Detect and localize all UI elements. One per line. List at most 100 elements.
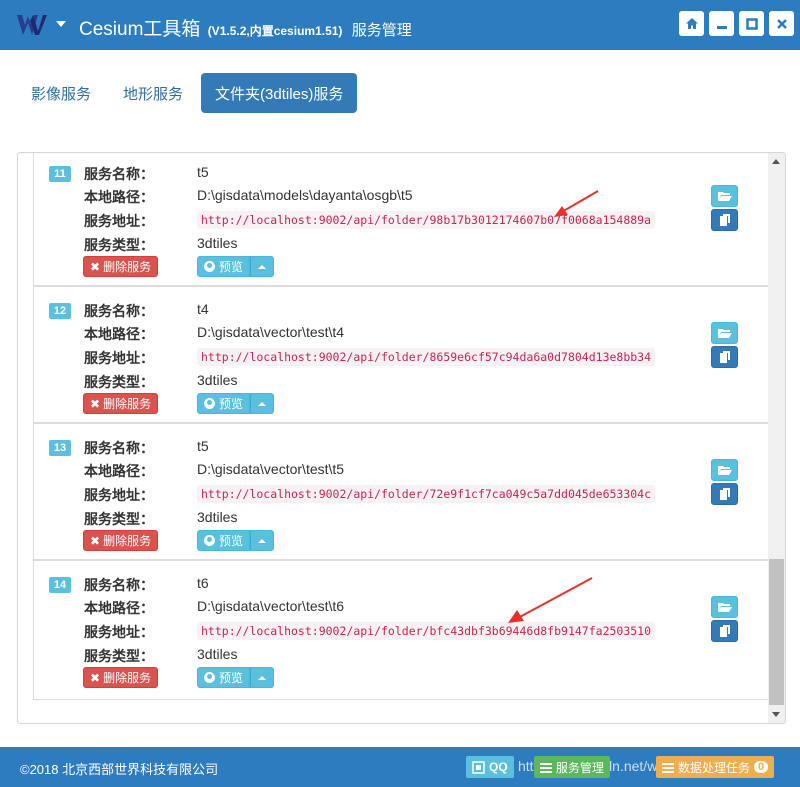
service-type-label: 服务类型： xyxy=(84,511,154,527)
folder-open-icon xyxy=(717,466,732,475)
folder-open-icon xyxy=(717,329,732,338)
open-folder-button[interactable] xyxy=(711,322,738,344)
delete-service-button[interactable]: ✖ 删除服务 xyxy=(83,256,159,277)
service-name-value: t6 xyxy=(197,575,209,591)
qq-button[interactable]: QQ xyxy=(466,756,514,778)
service-url-value[interactable]: http://localhost:9002/api/folder/98b17b3… xyxy=(197,211,656,229)
service-item: 12 服务名称： t4 本地路径： D:\gisdata\vector\test… xyxy=(33,286,769,423)
caret-up-icon xyxy=(258,401,267,406)
window-controls xyxy=(679,11,794,36)
preview-label: 预览 xyxy=(219,397,244,411)
service-url-value[interactable]: http://localhost:9002/api/folder/72e9f1c… xyxy=(197,485,656,503)
globe-icon xyxy=(204,261,215,272)
delete-service-button[interactable]: ✖ 删除服务 xyxy=(83,393,159,414)
copy-url-button[interactable] xyxy=(711,209,738,231)
app-name: Cesium工具箱 xyxy=(79,19,201,40)
scrollbar-thumb[interactable] xyxy=(769,559,784,705)
preview-label: 预览 xyxy=(219,534,244,548)
delete-service-button[interactable]: ✖ 删除服务 xyxy=(83,667,159,688)
service-name-value: t5 xyxy=(197,438,209,454)
delete-service-button[interactable]: ✖ 删除服务 xyxy=(83,530,159,551)
menu-caret-icon[interactable] xyxy=(56,21,66,27)
service-type-value: 3dtiles xyxy=(197,235,238,251)
task-count-badge: 0 xyxy=(754,761,769,773)
copy-icon xyxy=(719,488,730,500)
service-url-value[interactable]: http://localhost:9002/api/folder/8659e6c… xyxy=(197,348,656,366)
app-logo-icon[interactable] xyxy=(16,13,48,37)
service-name-label: 服务名称： xyxy=(84,440,154,456)
title-bar: Cesium工具箱 (V1.5.2,内置cesium1.51) 服务管理 xyxy=(0,0,800,50)
home-button[interactable] xyxy=(679,11,704,36)
delete-icon: ✖ xyxy=(90,259,101,274)
service-index-badge: 13 xyxy=(49,440,71,456)
service-list-panel: 11 服务名称： t5 本地路径： D:\gisdata\models\daya… xyxy=(17,152,786,724)
service-index-badge: 12 xyxy=(49,303,71,319)
preview-button-group: 预览 xyxy=(197,256,275,277)
folder-open-icon xyxy=(717,192,732,201)
service-item: 13 服务名称： t5 本地路径： D:\gisdata\vector\test… xyxy=(33,423,769,560)
service-type-label: 服务类型： xyxy=(84,648,154,664)
service-list: 11 服务名称： t5 本地路径： D:\gisdata\models\daya… xyxy=(33,153,769,701)
maximize-icon xyxy=(745,17,758,30)
home-icon xyxy=(685,18,698,29)
service-name-label: 服务名称： xyxy=(84,303,154,319)
local-path-value: D:\gisdata\vector\test\t4 xyxy=(197,324,345,340)
preview-dropdown-toggle[interactable] xyxy=(250,393,275,414)
globe-icon xyxy=(204,672,215,683)
service-index-badge: 11 xyxy=(49,166,71,182)
copy-icon xyxy=(719,214,730,226)
caret-up-icon xyxy=(258,538,267,543)
service-type-value: 3dtiles xyxy=(197,646,238,662)
copy-url-button[interactable] xyxy=(711,620,738,642)
scroll-down-icon[interactable] xyxy=(772,712,780,717)
service-tabs: 影像服务 地形服务 文件夹(3dtiles)服务 xyxy=(17,73,358,113)
service-manage-button[interactable]: 服务管理 xyxy=(534,756,611,778)
service-url-value[interactable]: http://localhost:9002/api/folder/bfc43db… xyxy=(197,622,656,640)
copy-url-button[interactable] xyxy=(711,483,738,505)
service-name-label: 服务名称： xyxy=(84,577,154,593)
maximize-button[interactable] xyxy=(739,11,764,36)
scroll-up-icon[interactable] xyxy=(772,159,780,164)
vertical-scrollbar[interactable] xyxy=(768,153,785,723)
local-path-value: D:\gisdata\vector\test\t6 xyxy=(197,598,345,614)
open-folder-button[interactable] xyxy=(711,185,738,207)
delete-label: 删除服务 xyxy=(103,397,152,411)
delete-label: 删除服务 xyxy=(103,260,152,274)
preview-button[interactable]: 预览 xyxy=(197,530,251,551)
copy-icon xyxy=(719,625,730,637)
tab-imagery[interactable]: 影像服务 xyxy=(17,73,105,113)
service-url-label: 服务地址： xyxy=(84,213,154,229)
status-footer: ©2018 北京西部世界科技有限公司 https://blog.csdn.net… xyxy=(0,747,800,787)
list-icon xyxy=(662,762,674,773)
service-type-value: 3dtiles xyxy=(197,509,238,525)
delete-icon: ✖ xyxy=(90,533,101,548)
local-path-label: 本地路径： xyxy=(84,189,154,205)
service-item: 14 服务名称： t6 本地路径： D:\gisdata\vector\test… xyxy=(33,560,769,700)
service-url-label: 服务地址： xyxy=(84,350,154,366)
app-version: (V1.5.2,内置cesium1.51) xyxy=(207,24,343,38)
copy-url-button[interactable] xyxy=(711,346,738,368)
preview-button[interactable]: 预览 xyxy=(197,667,251,688)
delete-icon: ✖ xyxy=(90,670,101,685)
preview-button-group: 预览 xyxy=(197,667,275,688)
tab-terrain[interactable]: 地形服务 xyxy=(109,73,197,113)
folder-open-icon xyxy=(717,603,732,612)
delete-label: 删除服务 xyxy=(103,671,152,685)
data-task-label: 数据处理任务 xyxy=(678,760,751,775)
data-task-button[interactable]: 数据处理任务 0 xyxy=(656,756,775,778)
preview-dropdown-toggle[interactable] xyxy=(250,530,275,551)
minimize-button[interactable] xyxy=(709,11,734,36)
service-name-label: 服务名称： xyxy=(84,166,154,182)
service-type-label: 服务类型： xyxy=(84,374,154,390)
open-folder-button[interactable] xyxy=(711,596,738,618)
preview-button[interactable]: 预览 xyxy=(197,256,251,277)
preview-dropdown-toggle[interactable] xyxy=(250,256,275,277)
open-folder-button[interactable] xyxy=(711,459,738,481)
tab-3dtiles-folder[interactable]: 文件夹(3dtiles)服务 xyxy=(201,73,358,113)
app-subtitle: 服务管理 xyxy=(351,22,412,39)
close-button[interactable] xyxy=(769,11,794,36)
preview-button[interactable]: 预览 xyxy=(197,393,251,414)
service-manage-label: 服务管理 xyxy=(556,760,605,775)
close-icon xyxy=(776,18,787,29)
preview-dropdown-toggle[interactable] xyxy=(250,667,275,688)
